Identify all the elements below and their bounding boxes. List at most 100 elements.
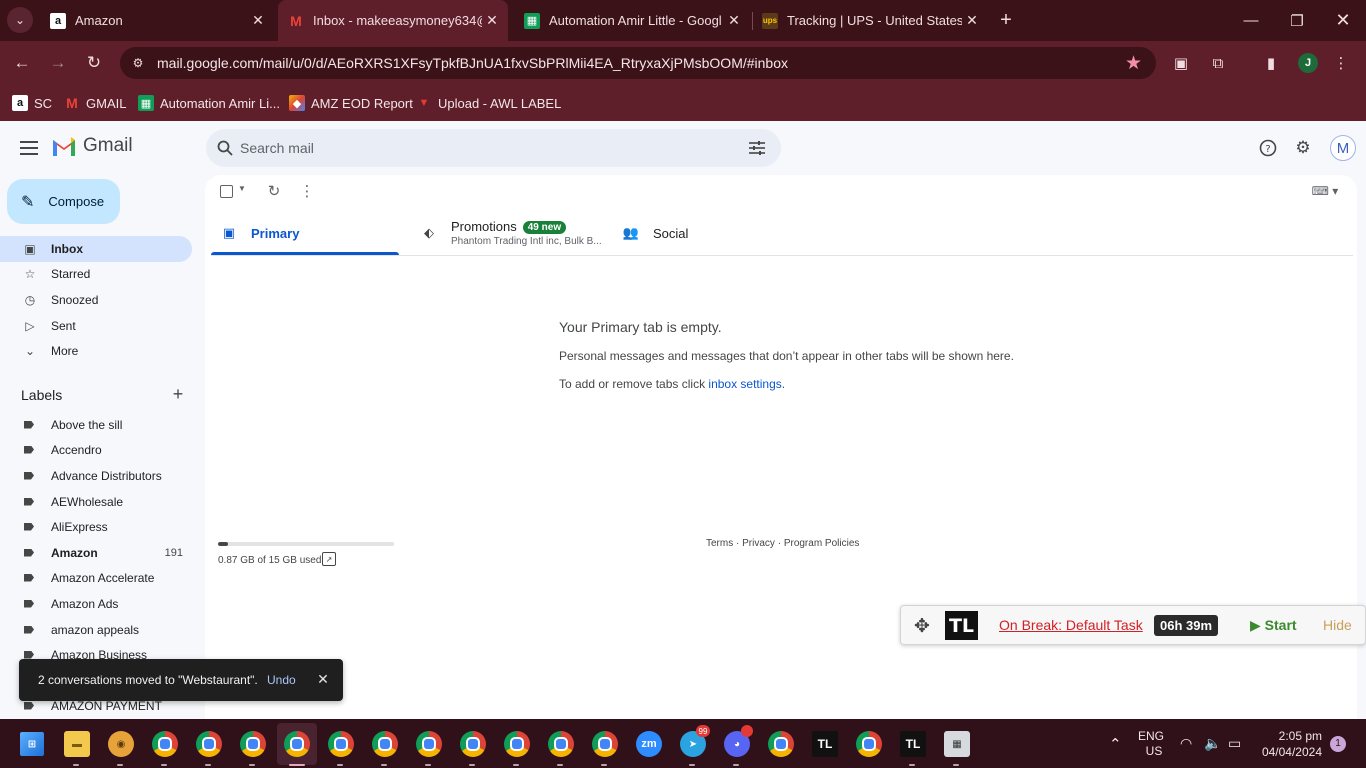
site-info-icon[interactable]: ⚙ [130,55,146,71]
main-menu-icon[interactable] [17,136,41,160]
tab-search-chevron-icon[interactable]: ⌄ [7,7,33,33]
label-item[interactable]: Accendro [0,437,192,462]
privacy-link[interactable]: Privacy [742,538,775,549]
chrome-profile-icon[interactable] [460,731,486,757]
sidebar-item-inbox[interactable]: ▣ Inbox [0,236,192,262]
tab-amazon[interactable]: a Amazon ✕ [40,0,274,41]
tab-sheets-automation[interactable]: ▦ Automation Amir Little - Googl ✕ [514,0,750,41]
chrome-profile-icon[interactable] [284,731,310,757]
tab-gmail-inbox[interactable]: M Inbox - makeeasymoney634@g ✕ [278,0,508,41]
chrome-profile-icon[interactable] [372,731,398,757]
sidebar-item-more[interactable]: ⌄ More [0,338,192,364]
chrome-profile-icon[interactable] [152,731,178,757]
move-arrows-icon[interactable]: ✥ [910,614,934,638]
inbox-settings-link[interactable]: inbox settings [708,377,781,391]
reload-icon[interactable]: ↻ [80,49,108,77]
show-hidden-icons-chevron-icon[interactable]: ⌃ [1109,719,1122,768]
program-policies-link[interactable]: Program Policies [784,538,860,549]
tab-social[interactable]: 👥 Social [623,211,689,255]
input-tools-keyboard-icon[interactable]: ⌨ ▾ [1310,183,1340,199]
settings-gear-icon[interactable]: ⚙ [1291,136,1315,160]
select-caret-icon[interactable]: ▼ [238,184,246,193]
chrome-profile-icon[interactable] [240,731,266,757]
calculator-icon[interactable]: ▦ [944,731,970,757]
select-all-checkbox[interactable] [220,185,233,198]
terms-link[interactable]: Terms [706,538,733,549]
chrome-profile-icon[interactable] [416,731,442,757]
help-icon[interactable]: ? [1256,136,1280,160]
hide-button[interactable]: Hide [1323,617,1352,633]
chrome-profile-icon[interactable] [196,731,222,757]
bookmark-upload-awl[interactable]: ▼ Upload - AWL LABEL [416,93,562,113]
close-tab-icon[interactable]: ✕ [482,11,502,31]
forward-arrow-icon[interactable]: → [44,49,72,77]
timelogger-app-icon[interactable]: TL [900,731,926,757]
search-icon[interactable] [216,139,234,157]
external-link-icon[interactable]: ↗ [322,552,336,566]
search-options-icon[interactable] [747,138,767,158]
new-tab-plus-icon[interactable]: + [995,9,1017,31]
break-status-link[interactable]: On Break: Default Task [999,617,1143,633]
gmail-logo[interactable]: Gmail [51,135,133,157]
language-indicator[interactable]: ENG US [1138,719,1164,768]
chrome-profile-icon[interactable] [592,731,618,757]
chrome-profile-icon[interactable] [548,731,574,757]
back-arrow-icon[interactable]: ← [8,49,36,77]
chrome-profile-icon[interactable] [768,731,794,757]
close-icon[interactable]: ✕ [315,670,331,688]
label-item[interactable]: Advance Distributors [0,463,192,488]
timelogger-app-icon[interactable]: TL [812,731,838,757]
label-item[interactable]: amazon appeals [0,617,192,642]
wifi-icon[interactable]: ◠ [1180,719,1192,768]
bookmark-amz-eod[interactable]: ◆ AMZ EOD Report [289,93,413,113]
notification-center[interactable]: 1 [1330,719,1346,768]
label-item[interactable]: Above the sill [0,412,192,437]
undo-button[interactable]: Undo [267,673,296,687]
volume-icon[interactable]: 🔈 [1204,719,1221,768]
close-tab-icon[interactable]: ✕ [962,11,982,31]
sidebar-item-sent[interactable]: ▷ Sent [0,313,192,339]
minimize-icon[interactable]: — [1228,0,1274,41]
start-button[interactable]: ▶ Start [1250,617,1297,634]
label-item[interactable]: Amazon Accelerate [0,565,192,590]
bookmark-automation[interactable]: ▦ Automation Amir Li... [138,93,280,113]
app-hamster-icon[interactable]: ◉ [108,731,134,757]
browser-menu-icon[interactable]: ⋮ [1330,52,1352,74]
tab-primary[interactable]: ▣ Primary [221,211,300,255]
zoom-icon[interactable]: zm [636,731,662,757]
label-item[interactable]: AliExpress [0,514,192,539]
search-input[interactable] [240,137,740,159]
tab-ups-tracking[interactable]: ups Tracking | UPS - United States ✕ [752,0,988,41]
restore-icon[interactable]: ❐ [1274,0,1320,41]
add-label-plus-icon[interactable]: + [170,384,186,404]
close-window-icon[interactable]: ✕ [1320,0,1366,41]
bookmark-sc[interactable]: a SC [12,93,52,113]
more-actions-icon[interactable]: ⋮ [298,181,316,201]
tab-promotions[interactable]: ⬖ Promotions 49 new Phantom Trading Intl … [421,211,602,255]
url-text[interactable]: mail.google.com/mail/u/0/d/AEoRXRS1XFsyT… [157,55,788,71]
extensions-puzzle-icon[interactable]: ⧉ [1207,52,1229,74]
battery-icon[interactable]: ▭ [1228,719,1241,768]
windows-start-icon[interactable]: ⊞ [20,732,44,756]
close-tab-icon[interactable]: ✕ [724,11,744,31]
side-panel-icon[interactable]: ▮ [1260,52,1282,74]
chrome-profile-icon[interactable] [856,731,882,757]
chrome-profile-icon[interactable] [328,731,354,757]
screenshot-icon[interactable]: ▣ [1170,52,1192,74]
label-item[interactable]: AEWholesale [0,489,192,514]
refresh-icon[interactable]: ↻ [265,181,283,201]
bookmark-gmail[interactable]: M GMAIL [64,93,126,113]
clock[interactable]: 2:05 pm 04/04/2024 [1258,719,1322,768]
sidebar-item-snoozed[interactable]: ◷ Snoozed [0,287,192,313]
file-explorer-icon[interactable]: ▬ [64,731,90,757]
compose-button[interactable]: ✎ Compose [7,179,120,224]
account-avatar[interactable]: M [1330,135,1356,161]
label-item[interactable]: Amazon 191 [0,540,192,565]
address-bar[interactable]: ⚙ mail.google.com/mail/u/0/d/AEoRXRS1XFs… [120,47,1156,79]
profile-avatar[interactable]: J [1298,53,1318,73]
label-item[interactable]: Amazon Ads [0,591,192,616]
close-tab-icon[interactable]: ✕ [248,11,268,31]
chrome-profile-icon[interactable] [504,731,530,757]
bookmark-star-icon[interactable]: ★ [1125,52,1142,75]
sidebar-item-starred[interactable]: ☆ Starred [0,261,192,287]
